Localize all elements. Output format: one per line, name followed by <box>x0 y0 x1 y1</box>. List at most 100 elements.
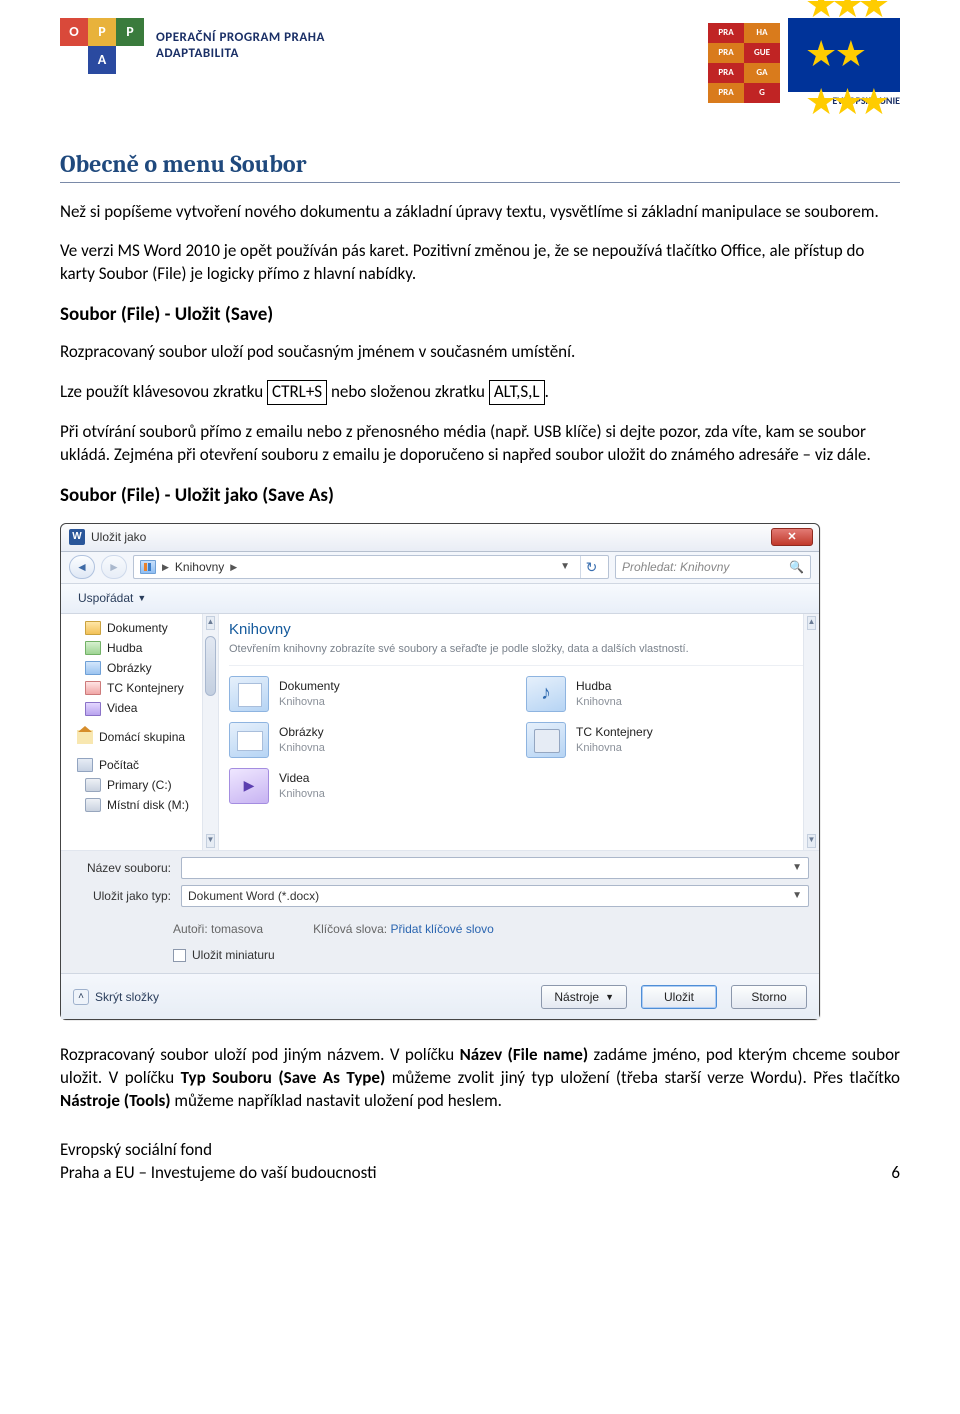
arrow-down-icon[interactable]: ▼ <box>206 834 215 848</box>
filename-label: Název souboru: <box>71 860 181 876</box>
forward-button[interactable]: ► <box>101 555 127 579</box>
page-number: 6 <box>891 1162 900 1185</box>
page-footer: Evropský sociální fond Praha a EU – Inve… <box>60 1139 900 1185</box>
nav-item: Domácí skupina <box>63 727 216 747</box>
dialog-titlebar: W Uložit jako ✕ <box>61 524 819 552</box>
main-title: Knihovny <box>229 620 809 640</box>
main-subtitle: Otevřením knihovny zobrazíte své soubory… <box>229 642 809 666</box>
filename-input[interactable]: ▼ <box>181 857 809 879</box>
nav-pane[interactable]: Dokumenty Hudba Obrázky TC Kontejnery Vi… <box>61 614 219 850</box>
cancel-button[interactable]: Storno <box>731 985 807 1009</box>
chevron-down-icon[interactable]: ▼ <box>560 560 570 574</box>
pictures-icon <box>229 722 269 758</box>
bold-text: Typ Souboru (Save As Type) <box>181 1067 386 1088</box>
music-icon <box>85 641 101 655</box>
back-button[interactable]: ◄ <box>69 555 95 579</box>
libraries-icon <box>140 560 156 574</box>
search-icon: 🔍 <box>789 559 804 575</box>
oppa-title: OPERAČNÍ PROGRAM PRAHA ADAPTABILITA <box>156 30 325 61</box>
authors-value[interactable]: tomasova <box>211 922 263 936</box>
subheading-save: Soubor (File) - Uložit (Save) <box>60 302 900 328</box>
close-icon: ✕ <box>787 532 796 543</box>
filetype-label: Uložit jako typ: <box>71 888 181 904</box>
main-pane[interactable]: Knihovny Otevřením knihovny zobrazíte sv… <box>219 614 819 850</box>
scrollbar-thumb[interactable] <box>205 636 216 696</box>
chevron-down-icon: ▼ <box>137 592 146 604</box>
library-item[interactable]: HudbaKnihovna <box>526 676 809 712</box>
authors-label: Autoři: <box>173 922 208 936</box>
filetype-select[interactable]: Dokument Word (*.docx)▼ <box>181 885 809 907</box>
dialog-title: Uložit jako <box>91 529 146 545</box>
chevron-right-icon: ▶ <box>230 561 237 573</box>
text: . <box>545 381 549 402</box>
chevron-down-icon: ▼ <box>605 991 614 1003</box>
header-right: PRAHA PRAGUE PRAGA PRAG ★ ★ ★★ ★★ ★ ★ EV… <box>708 18 900 108</box>
oppa-title-line2: ADAPTABILITA <box>156 46 325 62</box>
search-input[interactable]: Prohledat: Knihovny 🔍 <box>615 555 811 579</box>
bold-text: Název (File name) <box>460 1044 589 1065</box>
arrow-up-icon[interactable]: ▲ <box>206 616 215 630</box>
eu-block: ★ ★ ★★ ★★ ★ ★ EVROPSKÁ UNIE <box>788 18 900 108</box>
nav-item: Místní disk (M:) <box>63 795 216 815</box>
dialog-addressbar: ◄ ► ▶ Knihovny ▶ ▼ ↻ Prohledat: Knihovny… <box>61 552 819 584</box>
drive-icon <box>85 798 101 812</box>
library-item[interactable]: DokumentyKnihovna <box>229 676 512 712</box>
paragraph-5: Při otvírání souborů přímo z emailu nebo… <box>60 421 900 467</box>
tags-value[interactable]: Přidat klíčové slovo <box>390 922 493 936</box>
arrow-up-icon[interactable]: ▲ <box>807 616 816 630</box>
footer-line1: Evropský sociální fond <box>60 1139 377 1162</box>
music-icon <box>526 676 566 712</box>
computer-icon <box>77 758 93 772</box>
library-item[interactable]: ObrázkyKnihovna <box>229 722 512 758</box>
close-button[interactable]: ✕ <box>771 528 813 546</box>
chevron-down-icon[interactable]: ▼ <box>792 889 802 903</box>
metadata-row: Autoři: tomasova Klíčová slova: Přidat k… <box>61 917 819 939</box>
breadcrumb[interactable]: Knihovny <box>175 559 224 575</box>
arrow-down-icon[interactable]: ▼ <box>807 834 816 848</box>
tools-button[interactable]: Nástroje▼ <box>541 985 627 1009</box>
oppa-title-line1: OPERAČNÍ PROGRAM PRAHA <box>156 30 325 46</box>
chevron-down-icon[interactable]: ▼ <box>792 861 802 875</box>
nav-item: Počítač <box>63 755 216 775</box>
dialog-body: Dokumenty Hudba Obrázky TC Kontejnery Vi… <box>61 614 819 850</box>
chevron-right-icon: ▶ <box>162 561 169 573</box>
text: Lze použít klávesovou zkratku <box>60 381 267 402</box>
library-item[interactable]: TC KontejneryKnihovna <box>526 722 809 758</box>
videos-icon <box>229 768 269 804</box>
organize-label: Uspořádat <box>78 590 133 606</box>
word-icon: W <box>69 529 85 545</box>
library-item[interactable]: VideaKnihovna <box>229 768 512 804</box>
arrow-right-icon: ► <box>108 559 120 575</box>
hide-folders-button[interactable]: ˄ Skrýt složky <box>73 989 159 1005</box>
text: Rozpracovaný soubor uloží pod jiným názv… <box>60 1044 460 1065</box>
nav-item: Hudba <box>63 638 216 658</box>
paragraph-3: Rozpracovaný soubor uloží pod současným … <box>60 341 900 364</box>
save-button[interactable]: Uložit <box>641 985 717 1009</box>
footer-line2: Praha a EU – Investujeme do vaší budoucn… <box>60 1162 377 1185</box>
eu-flag-icon: ★ ★ ★★ ★★ ★ ★ <box>788 18 900 92</box>
search-placeholder: Prohledat: Knihovny <box>622 559 729 575</box>
videos-icon <box>85 702 101 716</box>
save-thumbnail-label: Uložit miniaturu <box>192 947 275 963</box>
nav-scrollbar[interactable]: ▲ ▼ <box>202 614 218 850</box>
paragraph-1: Než si popíšeme vytvoření nového dokumen… <box>60 201 900 224</box>
paragraph-2: Ve verzi MS Word 2010 je opět používán p… <box>60 240 900 286</box>
kbd-ctrl-s: CTRL+S <box>267 380 327 405</box>
homegroup-icon <box>77 730 93 744</box>
main-scrollbar[interactable]: ▲ ▼ <box>803 614 819 850</box>
address-field[interactable]: ▶ Knihovny ▶ ▼ ↻ <box>133 555 609 579</box>
header-left: O P P A OPERAČNÍ PROGRAM PRAHA ADAPTABIL… <box>60 18 325 74</box>
page-title: Obecně o menu Soubor <box>60 148 900 183</box>
saveas-dialog: W Uložit jako ✕ ◄ ► ▶ Knihovny ▶ ▼ ↻ Pro… <box>60 523 820 1020</box>
tc-icon <box>85 681 101 695</box>
text: můžeme zvolit jiný typ uložení (třeba st… <box>385 1067 900 1088</box>
dialog-fields: Název souboru: ▼ Uložit jako typ: Dokume… <box>61 850 819 917</box>
tc-icon <box>526 722 566 758</box>
documents-icon <box>229 676 269 712</box>
dialog-toolbar: Uspořádat ▼ <box>61 584 819 614</box>
paragraph-4: Lze použít klávesovou zkratku CTRL+S neb… <box>60 380 900 405</box>
organize-button[interactable]: Uspořádat ▼ <box>69 587 155 609</box>
refresh-icon[interactable]: ↻ <box>580 556 602 578</box>
paragraph-6: Rozpracovaný soubor uloží pod jiným názv… <box>60 1044 900 1113</box>
save-thumbnail-checkbox[interactable] <box>173 949 186 962</box>
